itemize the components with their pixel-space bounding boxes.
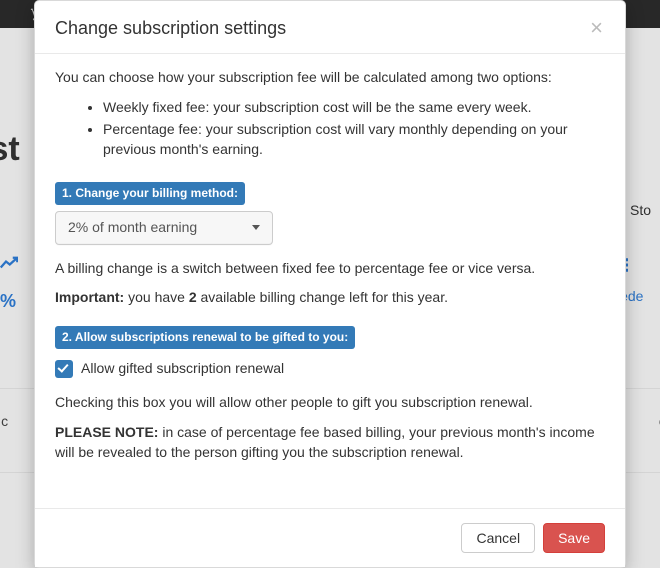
intro-text: You can choose how your subscription fee…	[55, 68, 605, 88]
list-item: Weekly fixed fee: your subscription cost…	[103, 98, 605, 118]
important-count: 2	[189, 289, 197, 305]
list-item: Percentage fee: your subscription cost w…	[103, 120, 605, 160]
step1-label: 1. Change your billing method:	[55, 182, 245, 205]
important-prefix: Important:	[55, 289, 124, 305]
note-prefix: PLEASE NOTE:	[55, 424, 158, 440]
gift-explain: Checking this box you will allow other p…	[55, 393, 605, 413]
chevron-down-icon	[252, 225, 260, 230]
important-mid-b: available billing change left for this y…	[197, 289, 448, 305]
options-list: Weekly fixed fee: your subscription cost…	[55, 98, 605, 160]
modal-footer: Cancel Save	[35, 508, 625, 567]
step2-label: 2. Allow subscriptions renewal to be gif…	[55, 326, 355, 349]
checkbox-label: Allow gifted subscription renewal	[81, 359, 284, 379]
cancel-button[interactable]: Cancel	[461, 523, 535, 553]
subscription-settings-modal: Change subscription settings × You can c…	[34, 0, 626, 568]
gift-note: PLEASE NOTE: in case of percentage fee b…	[55, 423, 605, 463]
modal-title: Change subscription settings	[55, 18, 286, 39]
important-mid-a: you have	[124, 289, 189, 305]
billing-change-important: Important: you have 2 available billing …	[55, 288, 605, 308]
save-button[interactable]: Save	[543, 523, 605, 553]
modal-body: You can choose how your subscription fee…	[35, 54, 625, 508]
gift-checkbox-row[interactable]: Allow gifted subscription renewal	[55, 359, 605, 379]
checkbox-checked-icon[interactable]	[55, 360, 73, 378]
close-icon[interactable]: ×	[588, 17, 605, 39]
select-value: 2% of month earning	[68, 218, 197, 238]
billing-change-text: A billing change is a switch between fix…	[55, 259, 605, 279]
modal-header: Change subscription settings ×	[35, 1, 625, 54]
billing-method-select[interactable]: 2% of month earning	[55, 211, 273, 245]
